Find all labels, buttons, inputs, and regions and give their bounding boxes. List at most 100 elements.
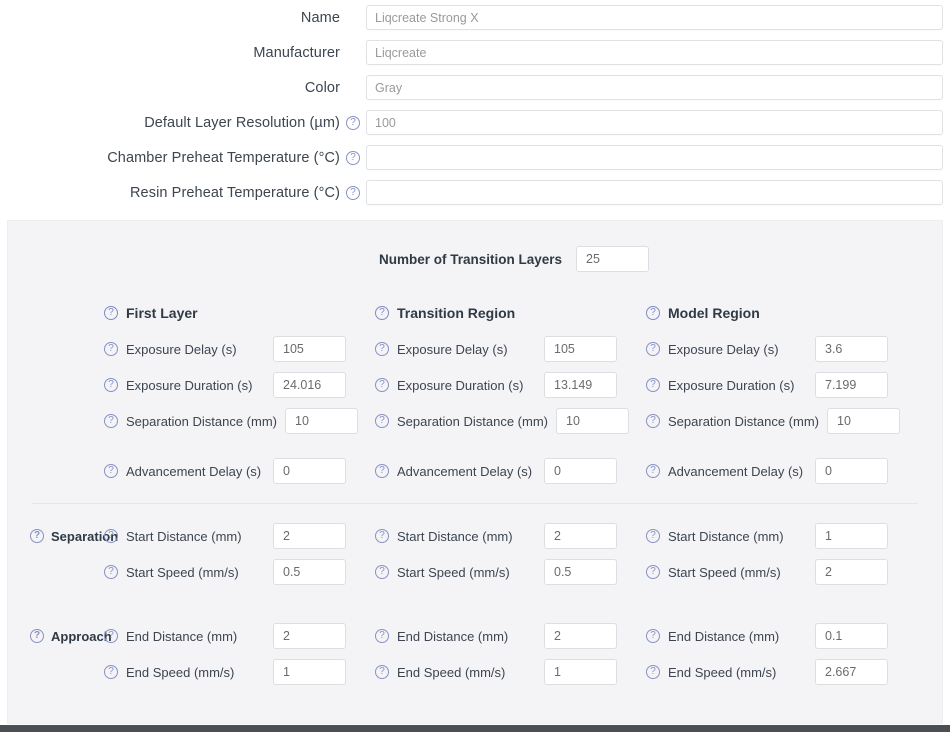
field-input[interactable]: 2.667 (815, 659, 888, 685)
row-end-distance: ? Approach ? End Distance (mm) 2 ? End D… (8, 618, 942, 654)
field-input[interactable]: 2 (273, 523, 346, 549)
help-circle-icon[interactable]: ? (646, 529, 660, 543)
field-label: Start Distance (mm) (126, 529, 242, 544)
help-circle-icon[interactable]: ? (104, 629, 118, 643)
input-default-layer-resolution[interactable]: 100 (366, 110, 943, 135)
field-input[interactable]: 24.016 (273, 372, 346, 398)
help-circle-icon[interactable]: ? (375, 565, 389, 579)
help-circle-icon[interactable]: ? (104, 665, 118, 679)
help-circle-icon[interactable]: ? (375, 306, 389, 320)
label-resin-preheat-temperature: Resin Preheat Temperature (°C) (0, 185, 340, 201)
field-label: Exposure Duration (s) (397, 378, 523, 393)
field-input[interactable]: 2 (815, 559, 888, 585)
field-input[interactable]: 2 (544, 623, 617, 649)
field-input[interactable]: 10 (556, 408, 629, 434)
help-circle-icon[interactable]: ? (375, 342, 389, 356)
help-circle-icon[interactable]: ? (30, 629, 44, 643)
cell-start-speed-model-region: ? Start Speed (mm/s) 2 (646, 559, 917, 585)
field-input[interactable]: 0 (544, 458, 617, 484)
help-circle-icon[interactable]: ? (346, 186, 360, 200)
help-circle-icon[interactable]: ? (375, 378, 389, 392)
field-input[interactable]: 10 (827, 408, 900, 434)
field-input[interactable]: 1 (273, 659, 346, 685)
field-input[interactable]: 105 (273, 336, 346, 362)
cell-separation-distance-transition-region: ? Separation Distance (mm) 10 (375, 408, 646, 434)
cell-end-distance-first-layer: ? End Distance (mm) 2 (104, 623, 375, 649)
section-label-text: Approach (51, 629, 112, 644)
field-input[interactable]: 2 (273, 623, 346, 649)
field-input[interactable]: 10 (285, 408, 358, 434)
help-circle-icon[interactable]: ? (346, 116, 360, 130)
field-input[interactable]: 7.199 (815, 372, 888, 398)
field-input[interactable]: 2 (544, 523, 617, 549)
row-start-distance: ? Separation ? Start Distance (mm) 2 ? S… (8, 518, 942, 554)
field-label: Exposure Duration (s) (126, 378, 252, 393)
column-header-row: ? First Layer ? Transition Region ? Mode… (8, 295, 942, 331)
input-name[interactable]: Liqcreate Strong X (366, 5, 943, 30)
field-input[interactable]: 1 (544, 659, 617, 685)
field-input[interactable]: 0 (815, 458, 888, 484)
help-circle-icon[interactable]: ? (346, 151, 360, 165)
input-chamber-preheat-temperature[interactable] (366, 145, 943, 170)
help-circle-icon[interactable]: ? (30, 529, 44, 543)
help-circle-icon[interactable]: ? (375, 529, 389, 543)
cell-start-speed-transition-region: ? Start Speed (mm/s) 0.5 (375, 559, 646, 585)
cell-exposure-duration-first-layer: ? Exposure Duration (s) 24.016 (104, 372, 375, 398)
field-input[interactable]: 0.1 (815, 623, 888, 649)
help-circle-icon[interactable]: ? (104, 378, 118, 392)
cell-start-speed-first-layer: ? Start Speed (mm/s) 0.5 (104, 559, 375, 585)
help-circle-icon[interactable]: ? (646, 378, 660, 392)
field-input[interactable]: 0.5 (273, 559, 346, 585)
help-circle-icon[interactable]: ? (104, 306, 118, 320)
help-circle-icon[interactable]: ? (375, 464, 389, 478)
transition-layers-input[interactable]: 25 (576, 246, 649, 272)
field-label: End Distance (mm) (668, 629, 779, 644)
input-color[interactable]: Gray (366, 75, 943, 100)
field-label: Advancement Delay (s) (126, 464, 261, 479)
help-circle-icon[interactable]: ? (104, 342, 118, 356)
field-input[interactable]: 1 (815, 523, 888, 549)
field-input[interactable]: 0.5 (544, 559, 617, 585)
field-label: End Speed (mm/s) (668, 665, 776, 680)
input-resin-preheat-temperature[interactable] (366, 180, 943, 205)
help-circle-icon[interactable]: ? (646, 665, 660, 679)
help-circle-icon[interactable]: ? (104, 529, 118, 543)
help-circle-icon[interactable]: ? (375, 629, 389, 643)
help-circle-icon[interactable]: ? (375, 414, 389, 428)
row-spacer (8, 590, 942, 604)
label-default-layer-resolution: Default Layer Resolution (µm) (0, 115, 340, 131)
help-circle-icon[interactable]: ? (104, 414, 118, 428)
cell-end-distance-model-region: ? End Distance (mm) 0.1 (646, 623, 917, 649)
field-label: Separation Distance (mm) (126, 414, 277, 429)
field-label: Advancement Delay (s) (397, 464, 532, 479)
form-row-name: Name Liqcreate Strong X (0, 0, 950, 35)
help-circle-icon[interactable]: ? (646, 565, 660, 579)
cell-exposure-delay-first-layer: ? Exposure Delay (s) 105 (104, 336, 375, 362)
help-slot-default-layer-resolution: ? (340, 116, 366, 130)
help-circle-icon[interactable]: ? (646, 306, 660, 320)
help-circle-icon[interactable]: ? (646, 414, 660, 428)
input-manufacturer[interactable]: Liqcreate (366, 40, 943, 65)
help-circle-icon[interactable]: ? (646, 342, 660, 356)
column-header-model-region: ? Model Region (646, 305, 917, 321)
field-input[interactable]: 0 (273, 458, 346, 484)
label-color: Color (0, 80, 340, 96)
field-label: Advancement Delay (s) (668, 464, 803, 479)
help-circle-icon[interactable]: ? (646, 629, 660, 643)
help-circle-icon[interactable]: ? (646, 464, 660, 478)
section-label-approach: ? Approach (8, 629, 104, 644)
field-label: Exposure Delay (s) (668, 342, 779, 357)
field-input[interactable]: 13.149 (544, 372, 617, 398)
column-header-transition-region: ? Transition Region (375, 305, 646, 321)
help-circle-icon[interactable]: ? (375, 665, 389, 679)
help-circle-icon[interactable]: ? (104, 565, 118, 579)
field-label: End Speed (mm/s) (126, 665, 234, 680)
label-manufacturer: Manufacturer (0, 45, 340, 61)
cell-exposure-duration-model-region: ? Exposure Duration (s) 7.199 (646, 372, 917, 398)
field-label: Start Speed (mm/s) (126, 565, 239, 580)
label-name: Name (0, 10, 340, 26)
field-input[interactable]: 105 (544, 336, 617, 362)
help-circle-icon[interactable]: ? (104, 464, 118, 478)
form-row-manufacturer: Manufacturer Liqcreate (0, 35, 950, 70)
field-input[interactable]: 3.6 (815, 336, 888, 362)
